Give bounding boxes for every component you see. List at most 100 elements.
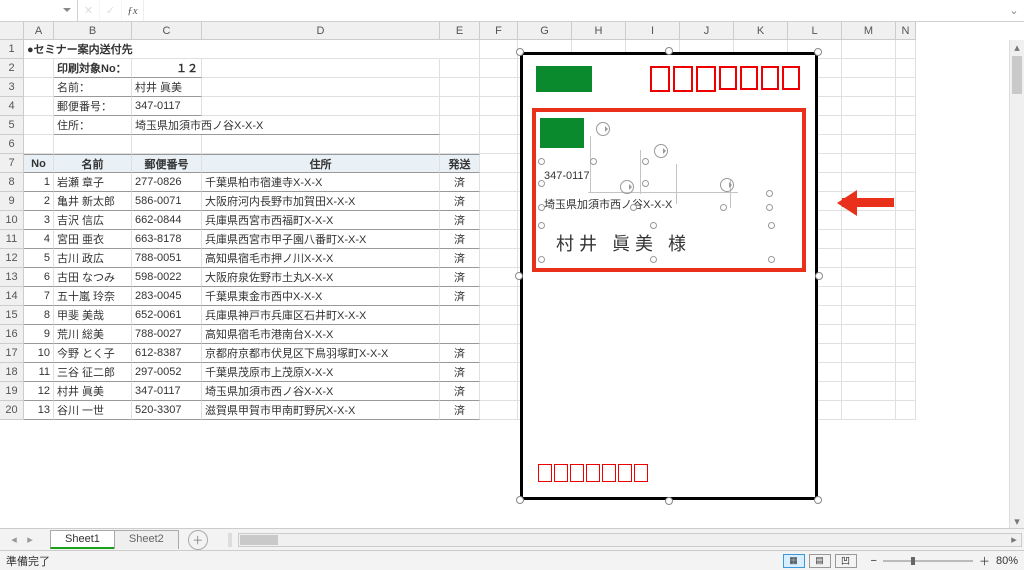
cell[interactable]	[680, 287, 734, 306]
cell[interactable]	[734, 287, 788, 306]
zoom-level[interactable]: 80%	[996, 555, 1018, 567]
column-headers[interactable]: ABCDEFGHIJKLMN	[24, 22, 916, 40]
td-addr[interactable]: 千葉県東金市西中X-X-X	[202, 287, 440, 306]
cell[interactable]	[480, 363, 518, 382]
row-header[interactable]: 18	[0, 363, 24, 382]
td-name[interactable]: 亀井 新太郎	[54, 192, 132, 211]
cell[interactable]	[896, 325, 916, 344]
scroll-up-icon[interactable]: ▴	[1010, 40, 1024, 54]
formula-expand-icon[interactable]: ⌄	[1004, 0, 1024, 21]
form-name-value[interactable]: 村井 眞美	[132, 78, 202, 97]
cell[interactable]	[626, 135, 680, 154]
cell[interactable]	[518, 211, 572, 230]
cell[interactable]	[572, 192, 626, 211]
cell[interactable]	[480, 211, 518, 230]
row-header[interactable]: 20	[0, 401, 24, 420]
cell[interactable]	[480, 344, 518, 363]
td-no[interactable]: 12	[24, 382, 54, 401]
cell[interactable]	[518, 78, 572, 97]
cell[interactable]	[518, 116, 572, 135]
cell[interactable]	[842, 306, 896, 325]
td-sent[interactable]: 済	[440, 192, 480, 211]
td-name[interactable]: 古川 政広	[54, 249, 132, 268]
cell[interactable]	[734, 211, 788, 230]
cell[interactable]	[842, 116, 896, 135]
td-no[interactable]: 3	[24, 211, 54, 230]
row-header[interactable]: 2	[0, 59, 24, 78]
td-no[interactable]: 2	[24, 192, 54, 211]
col-header-L[interactable]: L	[788, 22, 842, 40]
col-header-B[interactable]: B	[54, 22, 132, 40]
cell[interactable]	[626, 325, 680, 344]
cell[interactable]	[896, 154, 916, 173]
cell[interactable]	[480, 154, 518, 173]
cell[interactable]	[626, 97, 680, 116]
td-addr[interactable]: 京都府京都市伏見区下鳥羽塚町X-X-X	[202, 344, 440, 363]
td-sent[interactable]: 済	[440, 211, 480, 230]
cell[interactable]	[788, 154, 842, 173]
cell[interactable]	[626, 154, 680, 173]
cell[interactable]	[480, 59, 518, 78]
cell[interactable]	[734, 382, 788, 401]
td-no[interactable]: 10	[24, 344, 54, 363]
cell[interactable]	[680, 116, 734, 135]
td-zip[interactable]: 662-0844	[132, 211, 202, 230]
cell[interactable]	[896, 116, 916, 135]
cell[interactable]	[132, 135, 202, 154]
cell[interactable]	[734, 78, 788, 97]
th-name[interactable]: 名前	[54, 154, 132, 173]
cell[interactable]	[480, 135, 518, 154]
td-no[interactable]: 13	[24, 401, 54, 420]
td-no[interactable]: 8	[24, 306, 54, 325]
cell[interactable]	[788, 40, 842, 59]
cell[interactable]	[480, 173, 518, 192]
cell[interactable]	[626, 116, 680, 135]
cell[interactable]	[896, 97, 916, 116]
td-addr[interactable]: 大阪府泉佐野市土丸X-X-X	[202, 268, 440, 287]
cell[interactable]	[518, 363, 572, 382]
col-header-A[interactable]: A	[24, 22, 54, 40]
td-zip[interactable]: 586-0071	[132, 192, 202, 211]
cell[interactable]	[572, 268, 626, 287]
cell[interactable]	[518, 287, 572, 306]
cell[interactable]	[626, 59, 680, 78]
td-zip[interactable]: 347-0117	[132, 382, 202, 401]
cell[interactable]	[734, 59, 788, 78]
cell[interactable]	[896, 306, 916, 325]
td-sent[interactable]: 済	[440, 173, 480, 192]
cell[interactable]	[54, 135, 132, 154]
cell[interactable]	[480, 230, 518, 249]
cell[interactable]	[842, 59, 896, 78]
cell[interactable]	[896, 135, 916, 154]
td-name[interactable]: 今野 とく子	[54, 344, 132, 363]
cell[interactable]	[734, 401, 788, 420]
cell[interactable]	[680, 78, 734, 97]
td-sent[interactable]: 済	[440, 344, 480, 363]
cell[interactable]	[896, 173, 916, 192]
cell[interactable]	[788, 249, 842, 268]
cell[interactable]	[572, 363, 626, 382]
col-header-D[interactable]: D	[202, 22, 440, 40]
cell[interactable]	[734, 230, 788, 249]
cell[interactable]	[572, 97, 626, 116]
cell[interactable]	[842, 382, 896, 401]
th-addr[interactable]: 住所	[202, 154, 440, 173]
row-header[interactable]: 15	[0, 306, 24, 325]
cell[interactable]	[680, 59, 734, 78]
td-sent[interactable]	[440, 325, 480, 344]
cell[interactable]	[734, 173, 788, 192]
td-sent[interactable]: 済	[440, 268, 480, 287]
cell[interactable]	[202, 97, 440, 116]
cell[interactable]	[202, 135, 440, 154]
cell[interactable]	[788, 325, 842, 344]
cell[interactable]	[788, 382, 842, 401]
col-header-F[interactable]: F	[480, 22, 518, 40]
cell[interactable]	[626, 230, 680, 249]
td-name[interactable]: 岩瀬 章子	[54, 173, 132, 192]
cell[interactable]	[680, 363, 734, 382]
cell[interactable]	[896, 249, 916, 268]
cell[interactable]	[480, 249, 518, 268]
td-sent[interactable]: 済	[440, 363, 480, 382]
cell[interactable]	[518, 154, 572, 173]
cell[interactable]	[842, 268, 896, 287]
